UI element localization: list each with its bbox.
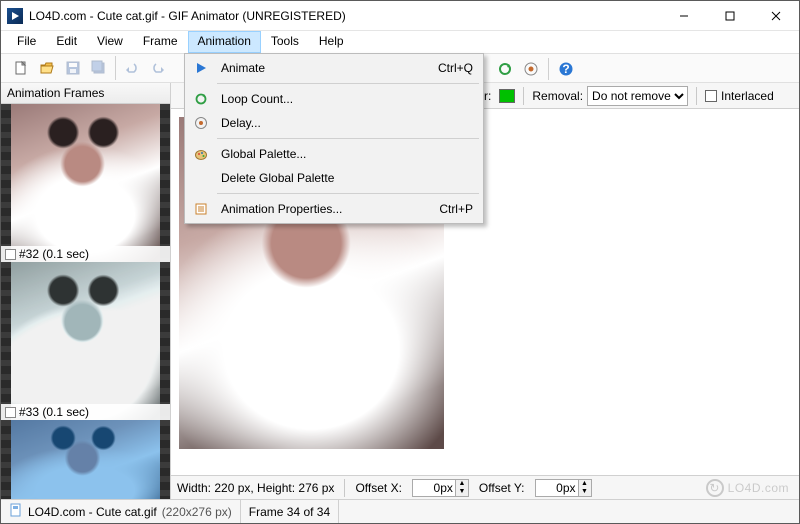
- titlebar: LO4D.com - Cute cat.gif - GIF Animator (…: [1, 1, 799, 31]
- frame-thumb[interactable]: #32 (0.1 sec): [1, 104, 170, 262]
- menu-item-loop-count[interactable]: Loop Count...: [187, 87, 481, 111]
- frames-list[interactable]: #32 (0.1 sec) #33 (0.1 sec) #34 (0.1 sec…: [1, 104, 170, 499]
- spin-down-icon[interactable]: ▼: [578, 488, 591, 496]
- menu-frame[interactable]: Frame: [133, 31, 188, 53]
- frame-checkbox[interactable]: [5, 249, 16, 260]
- spin-up-icon[interactable]: ▲: [578, 480, 591, 488]
- spin-down-icon[interactable]: ▼: [455, 488, 468, 496]
- maximize-button[interactable]: [707, 1, 753, 30]
- status-size: (220x276 px): [162, 505, 232, 519]
- loop-icon[interactable]: [493, 57, 517, 81]
- menu-edit[interactable]: Edit: [46, 31, 87, 53]
- frame-checkbox[interactable]: [5, 407, 16, 418]
- menu-file[interactable]: File: [7, 31, 46, 53]
- interlaced-label: Interlaced: [721, 89, 774, 103]
- redo-icon[interactable]: [146, 56, 170, 80]
- play-icon: [191, 61, 211, 75]
- doc-icon: [9, 503, 23, 520]
- menubar: File Edit View Frame Animation Tools Hel…: [1, 31, 799, 53]
- menu-item-delete-global-palette[interactable]: Delete Global Palette: [187, 166, 481, 190]
- minimize-button[interactable]: [661, 1, 707, 30]
- dimensions-label: Width: 220 px, Height: 276 px: [177, 481, 334, 495]
- open-icon[interactable]: [35, 56, 59, 80]
- animation-menu-dropdown: Animate Ctrl+Q Loop Count... Delay... Gl…: [184, 53, 484, 224]
- menu-item-delay[interactable]: Delay...: [187, 111, 481, 135]
- app-icon: [7, 8, 23, 24]
- menu-item-animate[interactable]: Animate Ctrl+Q: [187, 56, 481, 80]
- app-window: LO4D.com - Cute cat.gif - GIF Animator (…: [0, 0, 800, 524]
- offset-x-input[interactable]: ▲▼: [412, 479, 469, 497]
- palette-icon: [191, 147, 211, 161]
- interlaced-checkbox[interactable]: [705, 90, 717, 102]
- statusbar: LO4D.com - Cute cat.gif (220x276 px) Fra…: [1, 499, 799, 523]
- animation-frames-panel: Animation Frames #32 (0.1 sec) #33 (0.1 …: [1, 83, 171, 499]
- help-icon[interactable]: ?: [554, 57, 578, 81]
- removal-label: Removal:: [532, 89, 583, 103]
- menu-item-animation-properties[interactable]: Animation Properties... Ctrl+P: [187, 197, 481, 221]
- svg-text:?: ?: [562, 62, 569, 76]
- close-button[interactable]: [753, 1, 799, 30]
- menu-tools[interactable]: Tools: [261, 31, 309, 53]
- removal-select[interactable]: Do not remove: [587, 86, 688, 106]
- offset-x-label: Offset X:: [355, 481, 401, 495]
- loop-icon: [191, 92, 211, 106]
- offset-y-input[interactable]: ▲▼: [535, 479, 592, 497]
- undo-icon[interactable]: [120, 56, 144, 80]
- save-all-icon[interactable]: [87, 56, 111, 80]
- animation-frames-header: Animation Frames: [1, 83, 170, 104]
- window-title: LO4D.com - Cute cat.gif - GIF Animator (…: [29, 9, 661, 23]
- menu-animation[interactable]: Animation: [188, 31, 261, 53]
- status-file: LO4D.com - Cute cat.gif: [28, 505, 157, 519]
- status-frame: Frame 34 of 34: [249, 505, 330, 519]
- properties-icon: [191, 202, 211, 216]
- spin-up-icon[interactable]: ▲: [455, 480, 468, 488]
- frame-thumb[interactable]: #33 (0.1 sec): [1, 262, 170, 420]
- frame-thumb[interactable]: #34 (0.1 sec): [1, 420, 170, 499]
- clock-icon: [191, 116, 211, 130]
- menu-view[interactable]: View: [87, 31, 133, 53]
- menu-item-global-palette[interactable]: Global Palette...: [187, 142, 481, 166]
- menu-help[interactable]: Help: [309, 31, 354, 53]
- offset-y-label: Offset Y:: [479, 481, 525, 495]
- new-icon[interactable]: [9, 56, 33, 80]
- watermark: ↻LO4D.com: [706, 479, 789, 497]
- save-icon[interactable]: [61, 56, 85, 80]
- transparency-color-swatch[interactable]: [499, 89, 515, 103]
- record-icon[interactable]: [519, 57, 543, 81]
